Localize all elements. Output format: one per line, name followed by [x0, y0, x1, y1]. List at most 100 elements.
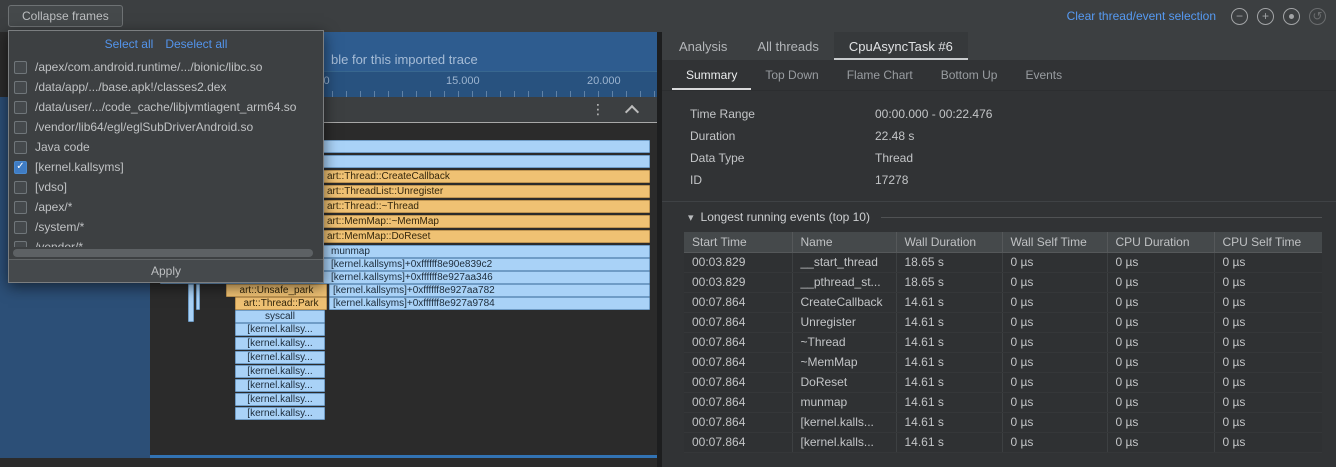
checkbox-checked-icon[interactable]: ✓ [14, 161, 27, 174]
frame-filter-item[interactable]: /apex/com.android.runtime/.../bionic/lib… [9, 57, 323, 77]
column-header[interactable]: CPU Duration [1107, 232, 1214, 253]
table-cell: 0 µs [1002, 393, 1107, 413]
flame-frame-label: syscall [265, 311, 295, 322]
horizontal-scrollbar[interactable] [9, 247, 323, 259]
column-header[interactable]: Start Time [684, 232, 792, 253]
selection-range-bar[interactable] [150, 455, 657, 458]
flame-frame-label: art::Unsafe_park [240, 285, 314, 296]
frame-filter-item[interactable]: [vdso] [9, 177, 323, 197]
table-row[interactable]: 00:07.864munmap14.61 s0 µs0 µs0 µs [684, 393, 1322, 413]
collapse-frames-button[interactable]: Collapse frames [8, 5, 123, 27]
table-row[interactable]: 00:07.864~Thread14.61 s0 µs0 µs0 µs [684, 333, 1322, 353]
ruler-tick-label: 15.000 [446, 75, 480, 87]
table-cell: 00:07.864 [684, 373, 792, 393]
zoom-to-selection-icon[interactable]: ↺ [1309, 8, 1326, 25]
section-collapse-icon[interactable]: ▾ [688, 211, 694, 224]
deselect-all-link[interactable]: Deselect all [165, 37, 227, 51]
flame-frame[interactable]: art::Thread::Park [235, 297, 327, 310]
subtab-flame-chart[interactable]: Flame Chart [833, 60, 927, 90]
subtab-events[interactable]: Events [1011, 60, 1076, 90]
flame-frame[interactable]: [kernel.kallsy... [235, 365, 325, 378]
subtab-bottom-up[interactable]: Bottom Up [927, 60, 1012, 90]
more-options-icon[interactable]: ⋮ [591, 101, 605, 118]
table-cell: 0 µs [1107, 313, 1214, 333]
column-header[interactable]: Wall Duration [896, 232, 1002, 253]
frame-filter-item[interactable]: /apex/* [9, 197, 323, 217]
column-header[interactable]: CPU Self Time [1214, 232, 1322, 253]
tab-analysis[interactable]: Analysis [664, 32, 742, 60]
events-table[interactable]: Start TimeNameWall DurationWall Self Tim… [684, 232, 1322, 453]
select-all-link[interactable]: Select all [105, 37, 154, 51]
reset-zoom-icon[interactable] [1283, 8, 1300, 25]
table-cell: Unregister [792, 313, 896, 333]
frame-filter-item[interactable]: /data/app/.../base.apk!/classes2.dex [9, 77, 323, 97]
table-cell: 0 µs [1214, 393, 1322, 413]
tab-cpuasynctask-6[interactable]: CpuAsyncTask #6 [834, 32, 968, 60]
flame-frame[interactable]: [kernel.kallsy... [235, 393, 325, 406]
flame-frame[interactable]: [kernel.kallsy... [235, 351, 325, 364]
tab-all-threads[interactable]: All threads [742, 32, 833, 60]
flame-frame[interactable]: [kernel.kallsy... [235, 337, 325, 350]
subtab-top-down[interactable]: Top Down [751, 60, 832, 90]
frame-filter-item[interactable]: ✓ [kernel.kallsyms] [9, 157, 323, 177]
flame-frame[interactable]: [kernel.kallsyms]+0xffffff8e927aa782 [329, 284, 650, 297]
flame-frame[interactable] [196, 284, 200, 310]
checkbox-icon[interactable] [14, 201, 27, 214]
checkbox-icon[interactable] [14, 81, 27, 94]
column-header[interactable]: Name [792, 232, 896, 253]
flame-frame[interactable]: [kernel.kallsy... [235, 379, 325, 392]
frame-filter-item[interactable]: Java code [9, 137, 323, 157]
flame-frame[interactable] [188, 284, 194, 322]
table-row[interactable]: 00:07.864CreateCallback14.61 s0 µs0 µs0 … [684, 293, 1322, 313]
table-cell: CreateCallback [792, 293, 896, 313]
checkbox-icon[interactable] [14, 101, 27, 114]
flame-frame[interactable]: [kernel.kallsy... [235, 323, 325, 336]
flame-frame[interactable]: syscall [235, 310, 325, 323]
flame-frame[interactable]: [kernel.kallsyms]+0xffffff8e927a9784 [329, 297, 650, 310]
column-header[interactable]: Wall Self Time [1002, 232, 1107, 253]
table-row[interactable]: 00:07.864Unregister14.61 s0 µs0 µs0 µs [684, 313, 1322, 333]
summary-value: 22.48 s [875, 129, 914, 143]
table-row[interactable]: 00:03.829__start_thread18.65 s0 µs0 µs0 … [684, 253, 1322, 273]
section-rule [881, 217, 1322, 218]
table-cell: munmap [792, 393, 896, 413]
checkbox-icon[interactable] [14, 61, 27, 74]
clear-selection-link[interactable]: Clear thread/event selection [1067, 9, 1216, 23]
table-cell: 0 µs [1002, 313, 1107, 333]
zoom-in-icon[interactable]: + [1257, 8, 1274, 25]
table-row[interactable]: 00:07.864[kernel.kalls...14.61 s0 µs0 µs… [684, 433, 1322, 453]
frame-filter-item-label: /system/* [35, 220, 84, 234]
table-cell: 00:07.864 [684, 413, 792, 433]
collapse-chevron-icon[interactable] [625, 105, 639, 119]
frame-filter-item[interactable]: /vendor/* [9, 237, 323, 247]
table-cell: 00:07.864 [684, 313, 792, 333]
flame-frame[interactable]: [kernel.kallsy... [235, 407, 325, 420]
table-cell: 0 µs [1107, 413, 1214, 433]
frame-filter-item[interactable]: /vendor/lib64/egl/eglSubDriverAndroid.so [9, 117, 323, 137]
toolbar: Collapse frames Clear thread/event selec… [0, 0, 1336, 32]
checkbox-icon[interactable] [14, 221, 27, 234]
analysis-tabs: AnalysisAll threadsCpuAsyncTask #6 [662, 32, 1336, 60]
table-cell: 14.61 s [896, 433, 1002, 453]
flame-frame[interactable]: art::Unsafe_park [226, 284, 327, 297]
checkbox-icon[interactable] [14, 141, 27, 154]
frame-filter-item[interactable]: /system/* [9, 217, 323, 237]
scrollbar-thumb[interactable] [13, 249, 313, 257]
table-cell: 0 µs [1214, 273, 1322, 293]
table-cell: 0 µs [1214, 293, 1322, 313]
table-cell: 0 µs [1214, 373, 1322, 393]
checkbox-icon[interactable] [14, 181, 27, 194]
ruler-tick-label: 20.000 [587, 75, 621, 87]
flame-frame-label: [kernel.kallsy... [247, 338, 312, 349]
checkbox-icon[interactable] [14, 121, 27, 134]
table-row[interactable]: 00:07.864DoReset14.61 s0 µs0 µs0 µs [684, 373, 1322, 393]
frame-filter-item[interactable]: /data/user/.../code_cache/libjvmtiagent_… [9, 97, 323, 117]
subtab-summary[interactable]: Summary [672, 60, 751, 90]
table-row[interactable]: 00:07.864~MemMap14.61 s0 µs0 µs0 µs [684, 353, 1322, 373]
apply-button[interactable]: Apply [9, 259, 323, 282]
frame-filter-item-label: [kernel.kallsyms] [35, 160, 124, 174]
table-row[interactable]: 00:07.864[kernel.kalls...14.61 s0 µs0 µs… [684, 413, 1322, 433]
table-row[interactable]: 00:03.829__pthread_st...18.65 s0 µs0 µs0… [684, 273, 1322, 293]
table-cell: DoReset [792, 373, 896, 393]
zoom-out-icon[interactable]: − [1231, 8, 1248, 25]
